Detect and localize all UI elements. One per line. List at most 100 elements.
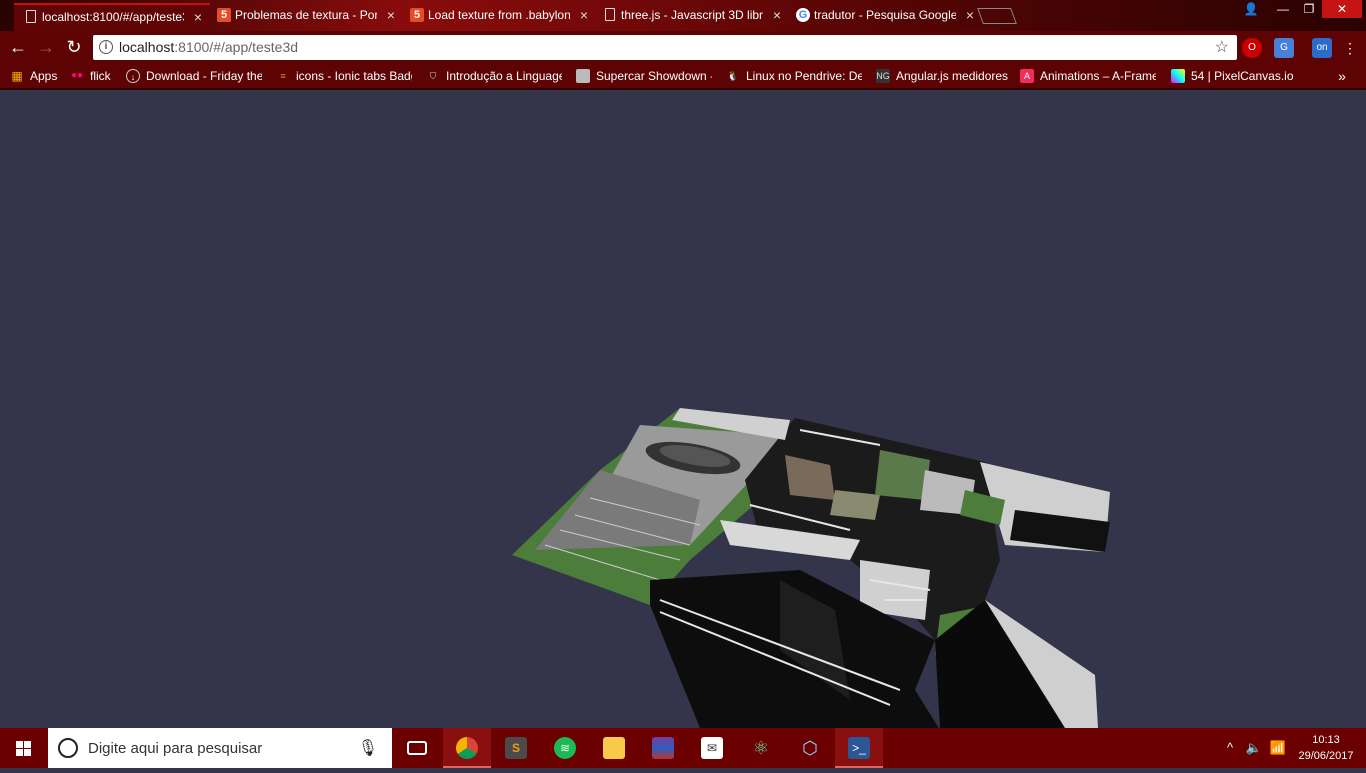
tab-label: Problemas de textura - Portugues: [235, 8, 377, 22]
bookmark-ionic-tabs[interactable]: ≡ icons - Ionic tabs Badg: [276, 67, 412, 85]
pixelcanvas-icon: [1171, 69, 1185, 83]
back-button[interactable]: ←: [7, 37, 29, 57]
html5-icon: 5: [217, 8, 231, 22]
new-tab-button[interactable]: [977, 8, 1017, 24]
tab-label: three.js - Javascript 3D library: [621, 8, 763, 22]
bookmark-label: Apps: [30, 69, 58, 83]
bookmarks-bar: ▦ Apps ●● flick ↓ Download - Friday the …: [0, 63, 1366, 89]
bookmark-star-icon[interactable]: ☆: [1215, 37, 1229, 57]
shield-icon: ⛉: [429, 71, 437, 81]
microphone-icon[interactable]: 🎙: [358, 738, 378, 758]
taskbar-sublime[interactable]: S: [492, 728, 540, 768]
tab-close-icon[interactable]: ×: [580, 3, 588, 27]
atom-icon: ⚛: [752, 738, 770, 758]
clock-date: 29/06/2017: [1298, 750, 1354, 762]
virtualbox-icon: ⬡: [802, 738, 818, 758]
user-icon[interactable]: 👤: [1238, 0, 1264, 18]
page-icon: [26, 10, 36, 23]
taskbar-mail[interactable]: ✉: [688, 728, 736, 768]
bookmark-flick[interactable]: ●● flick: [70, 67, 120, 85]
url-text[interactable]: localhost:8100/#/app/teste3d: [119, 39, 298, 55]
network-icon[interactable]: 📶: [1268, 728, 1288, 768]
tab-tradutor[interactable]: G tradutor - Pesquisa Google ×: [786, 3, 982, 31]
flickr-icon: ●●: [70, 70, 84, 81]
taskbar-atom[interactable]: ⚛: [737, 728, 785, 768]
tab-label: tradutor - Pesquisa Google: [814, 8, 956, 22]
bookmark-supercar[interactable]: Supercar Showdown -: [576, 67, 712, 85]
search-placeholder: Digite aqui para pesquisar: [88, 740, 263, 757]
address-bar[interactable]: i localhost:8100/#/app/teste3d ☆: [93, 35, 1237, 60]
html5-icon: 5: [410, 8, 424, 22]
tab-problemas-textura[interactable]: 5 Problemas de textura - Portugues ×: [207, 3, 403, 31]
bookmark-aframe[interactable]: A Animations – A-Frame: [1020, 67, 1156, 85]
mail-icon: ✉: [701, 737, 723, 759]
reload-button[interactable]: ↻: [63, 37, 85, 57]
info-icon[interactable]: i: [99, 40, 113, 54]
tab-close-icon[interactable]: ×: [194, 5, 202, 29]
bookmark-apps[interactable]: ▦ Apps: [10, 67, 68, 85]
taskbar-virtualbox[interactable]: ⬡: [786, 728, 834, 768]
apps-grid-icon: ▦: [11, 69, 23, 83]
bookmark-introducao[interactable]: ⛉ Introdução a Linguage: [426, 67, 562, 85]
taskbar-spotify[interactable]: ≋: [541, 728, 589, 768]
url-host: localhost: [119, 39, 175, 55]
windows-icon: [16, 741, 31, 756]
opera-extension-icon[interactable]: O: [1242, 38, 1262, 58]
taskbar-chrome[interactable]: [443, 728, 491, 768]
bookmark-label: icons - Ionic tabs Badg: [296, 69, 412, 83]
task-view-icon: [407, 741, 427, 755]
tab-close-icon[interactable]: ×: [966, 3, 974, 27]
volume-icon[interactable]: 🔈: [1244, 728, 1264, 768]
url-path: :8100/#/app/teste3d: [174, 39, 299, 55]
taskbar-powershell[interactable]: >_: [835, 728, 883, 768]
winrar-icon: [652, 737, 674, 759]
bookmark-download-friday[interactable]: ↓ Download - Friday the: [126, 67, 262, 85]
tux-icon: 🐧: [727, 71, 739, 81]
cortana-icon[interactable]: [58, 738, 78, 758]
minimize-button[interactable]: —: [1270, 0, 1296, 18]
ng-icon: NG: [876, 69, 890, 83]
start-button[interactable]: [0, 728, 48, 768]
forward-button[interactable]: →: [35, 37, 57, 57]
supercar-icon: [576, 69, 590, 83]
taskbar: Digite aqui para pesquisar 🎙 S ≋ ✉ ⚛ ⬡ >…: [0, 728, 1366, 768]
bookmark-label: flick: [90, 69, 111, 83]
tab-label: localhost:8100/#/app/teste3d: [42, 10, 184, 24]
tab-close-icon[interactable]: ×: [773, 3, 781, 27]
tab-load-texture[interactable]: 5 Load texture from .babylon file ×: [400, 3, 596, 31]
bookmark-label: Download - Friday the: [146, 69, 262, 83]
bookmark-pixelcanvas[interactable]: 54 | PixelCanvas.io: [1171, 67, 1301, 85]
aframe-icon: A: [1020, 69, 1034, 83]
bookmark-label: Introdução a Linguage: [446, 69, 562, 83]
tray-chevron-icon[interactable]: ^: [1220, 728, 1240, 768]
toggle-extension-icon[interactable]: on: [1312, 38, 1332, 58]
task-view-button[interactable]: [393, 728, 441, 768]
close-button[interactable]: ✕: [1322, 0, 1362, 18]
3d-scene[interactable]: [0, 90, 1366, 730]
bookmark-label: Linux no Pendrive: De: [746, 69, 862, 83]
bookmark-label: Angular.js medidores: [896, 69, 1009, 83]
translate-extension-icon[interactable]: G: [1274, 38, 1294, 58]
taskbar-winrar[interactable]: [639, 728, 687, 768]
bookmarks-overflow-button[interactable]: »: [1332, 67, 1352, 85]
taskbar-search[interactable]: Digite aqui para pesquisar 🎙: [48, 728, 392, 768]
restore-button[interactable]: ❐: [1296, 0, 1322, 18]
tab-label: Load texture from .babylon file: [428, 8, 570, 22]
3d-viewport[interactable]: [0, 90, 1366, 730]
bookmark-label: 54 | PixelCanvas.io: [1191, 69, 1294, 83]
chrome-icon: [456, 737, 478, 759]
patio-floor: [830, 490, 880, 520]
menu-icon[interactable]: ⋮: [1340, 38, 1360, 58]
sublime-text-icon: S: [505, 737, 527, 759]
browser-chrome: localhost:8100/#/app/teste3d × 5 Problem…: [0, 0, 1366, 90]
tab-localhost[interactable]: localhost:8100/#/app/teste3d ×: [14, 3, 210, 31]
spotify-icon: ≋: [554, 737, 576, 759]
system-clock[interactable]: 10:13 29/06/2017: [1296, 732, 1356, 764]
bookmark-angular-medidores[interactable]: NG Angular.js medidores: [876, 67, 1012, 85]
tab-threejs[interactable]: three.js - Javascript 3D library ×: [593, 3, 789, 31]
bookmark-linux-pendrive[interactable]: 🐧 Linux no Pendrive: De: [726, 67, 862, 85]
taskbar-file-explorer[interactable]: [590, 728, 638, 768]
tab-strip: localhost:8100/#/app/teste3d × 5 Problem…: [0, 0, 1366, 31]
tab-close-icon[interactable]: ×: [387, 3, 395, 27]
bookmark-label: Supercar Showdown -: [596, 69, 712, 83]
